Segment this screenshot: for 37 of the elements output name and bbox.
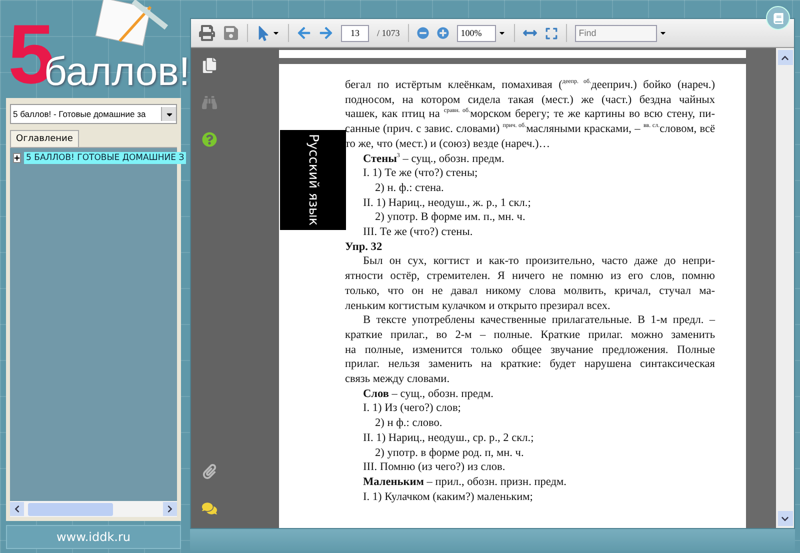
text-line: I. 1) Те же (что?) стены;: [362, 166, 479, 181]
text-line: Был он сух, когтист и как-то произительно, часто даже до непри-: [362, 254, 715, 270]
text-line: леньким когтистым кулачком и открыто презирал всех.: [345, 298, 612, 314]
subject-tab[interactable]: Русский язык: [280, 130, 346, 230]
book-select[interactable]: 5 баллов! - Готовые домашние за: [10, 104, 177, 124]
text-line: 2) употр. в форме род. п, мн. ч.: [374, 446, 525, 460]
text-line: ятности остёр, стремителен. Я ничего не помню из его слов, помню: [345, 269, 715, 284]
page-field[interactable]: 13: [341, 24, 369, 42]
text-line: В тексте употреблены качественные прилагательные. В 1-м предл. –: [362, 313, 715, 328]
text-line: то же, что (мест.) и (союз) везде (нареч.)…: [345, 136, 552, 152]
text-line: II. 1) Нариц., неодуш., ж. р., 1 скл.;: [362, 196, 532, 210]
text-line: II. 1) Нариц., неодуш., ср. р., 2 скл.;: [362, 430, 535, 446]
text-line: Стены$^{3}$ – сущ., обозн. предм.: [362, 152, 506, 166]
find-field[interactable]: Find: [574, 24, 657, 42]
text-line: подносом, на котором сидела такая (мест.) же (част.) бездна чайных: [345, 92, 715, 108]
text-line: чашек, как птиц на $^{сравн. об.}$морском берегу; те же картины во всю стену, пи-: [345, 107, 715, 122]
text-line: бегал по истёртым клеёнкам, помахивая ($^{деепр. об.}$дееприч.) бойко (нареч.): [345, 78, 715, 93]
text-line: III. Помню (из чего?) из слов.: [362, 460, 506, 475]
text-line: Маленьким – прил., обозн. призн. предм.: [362, 474, 568, 490]
zoom-field[interactable]: 100%: [456, 24, 496, 42]
text-line: 2) н. ф.: стена.: [374, 180, 445, 196]
page-count: / 1073: [377, 28, 400, 38]
exercise-heading: Упр. 32: [345, 240, 384, 254]
text-line: санные (прич. с завис. словами) $^{прич. об.}$масляными красками, – $^{вв. сл.}$словом, всё: [345, 122, 715, 137]
text-line: на полные, изменится только общее звучание предложения. Полные: [345, 342, 715, 358]
text-line: 2) н ф.: слово.: [374, 416, 444, 431]
text-line: 2) употр. В форме им. п., мн. ч.: [374, 210, 526, 226]
tree-item[interactable]: 5 БАЛЛОВ! ГОТОВЫЕ ДОМАШНИЕ З: [24, 152, 186, 164]
text-line: III. Те же (что?) стены.: [362, 225, 474, 240]
text-line: I. 1) Из (чего?) слов;: [362, 401, 462, 416]
text-line: I. 1) Кулачком (каким?) маленьким;: [362, 490, 534, 504]
text-line: связь между словами.: [345, 372, 451, 387]
text-line: прилаг. нельзя заменить на краткие: будет нарушена синтаксическая: [345, 357, 715, 372]
text-line: Слов – сущ., обозн. предм.: [362, 386, 494, 402]
text-line: только, что он не давал никому слова молвить, кричал, стучал ма-: [345, 284, 715, 299]
tab[interactable]: Оглавление: [10, 130, 79, 147]
text-line: краткие прилаг., во 2-м – полные. Краткие прилаг. можно заменить: [345, 328, 715, 343]
